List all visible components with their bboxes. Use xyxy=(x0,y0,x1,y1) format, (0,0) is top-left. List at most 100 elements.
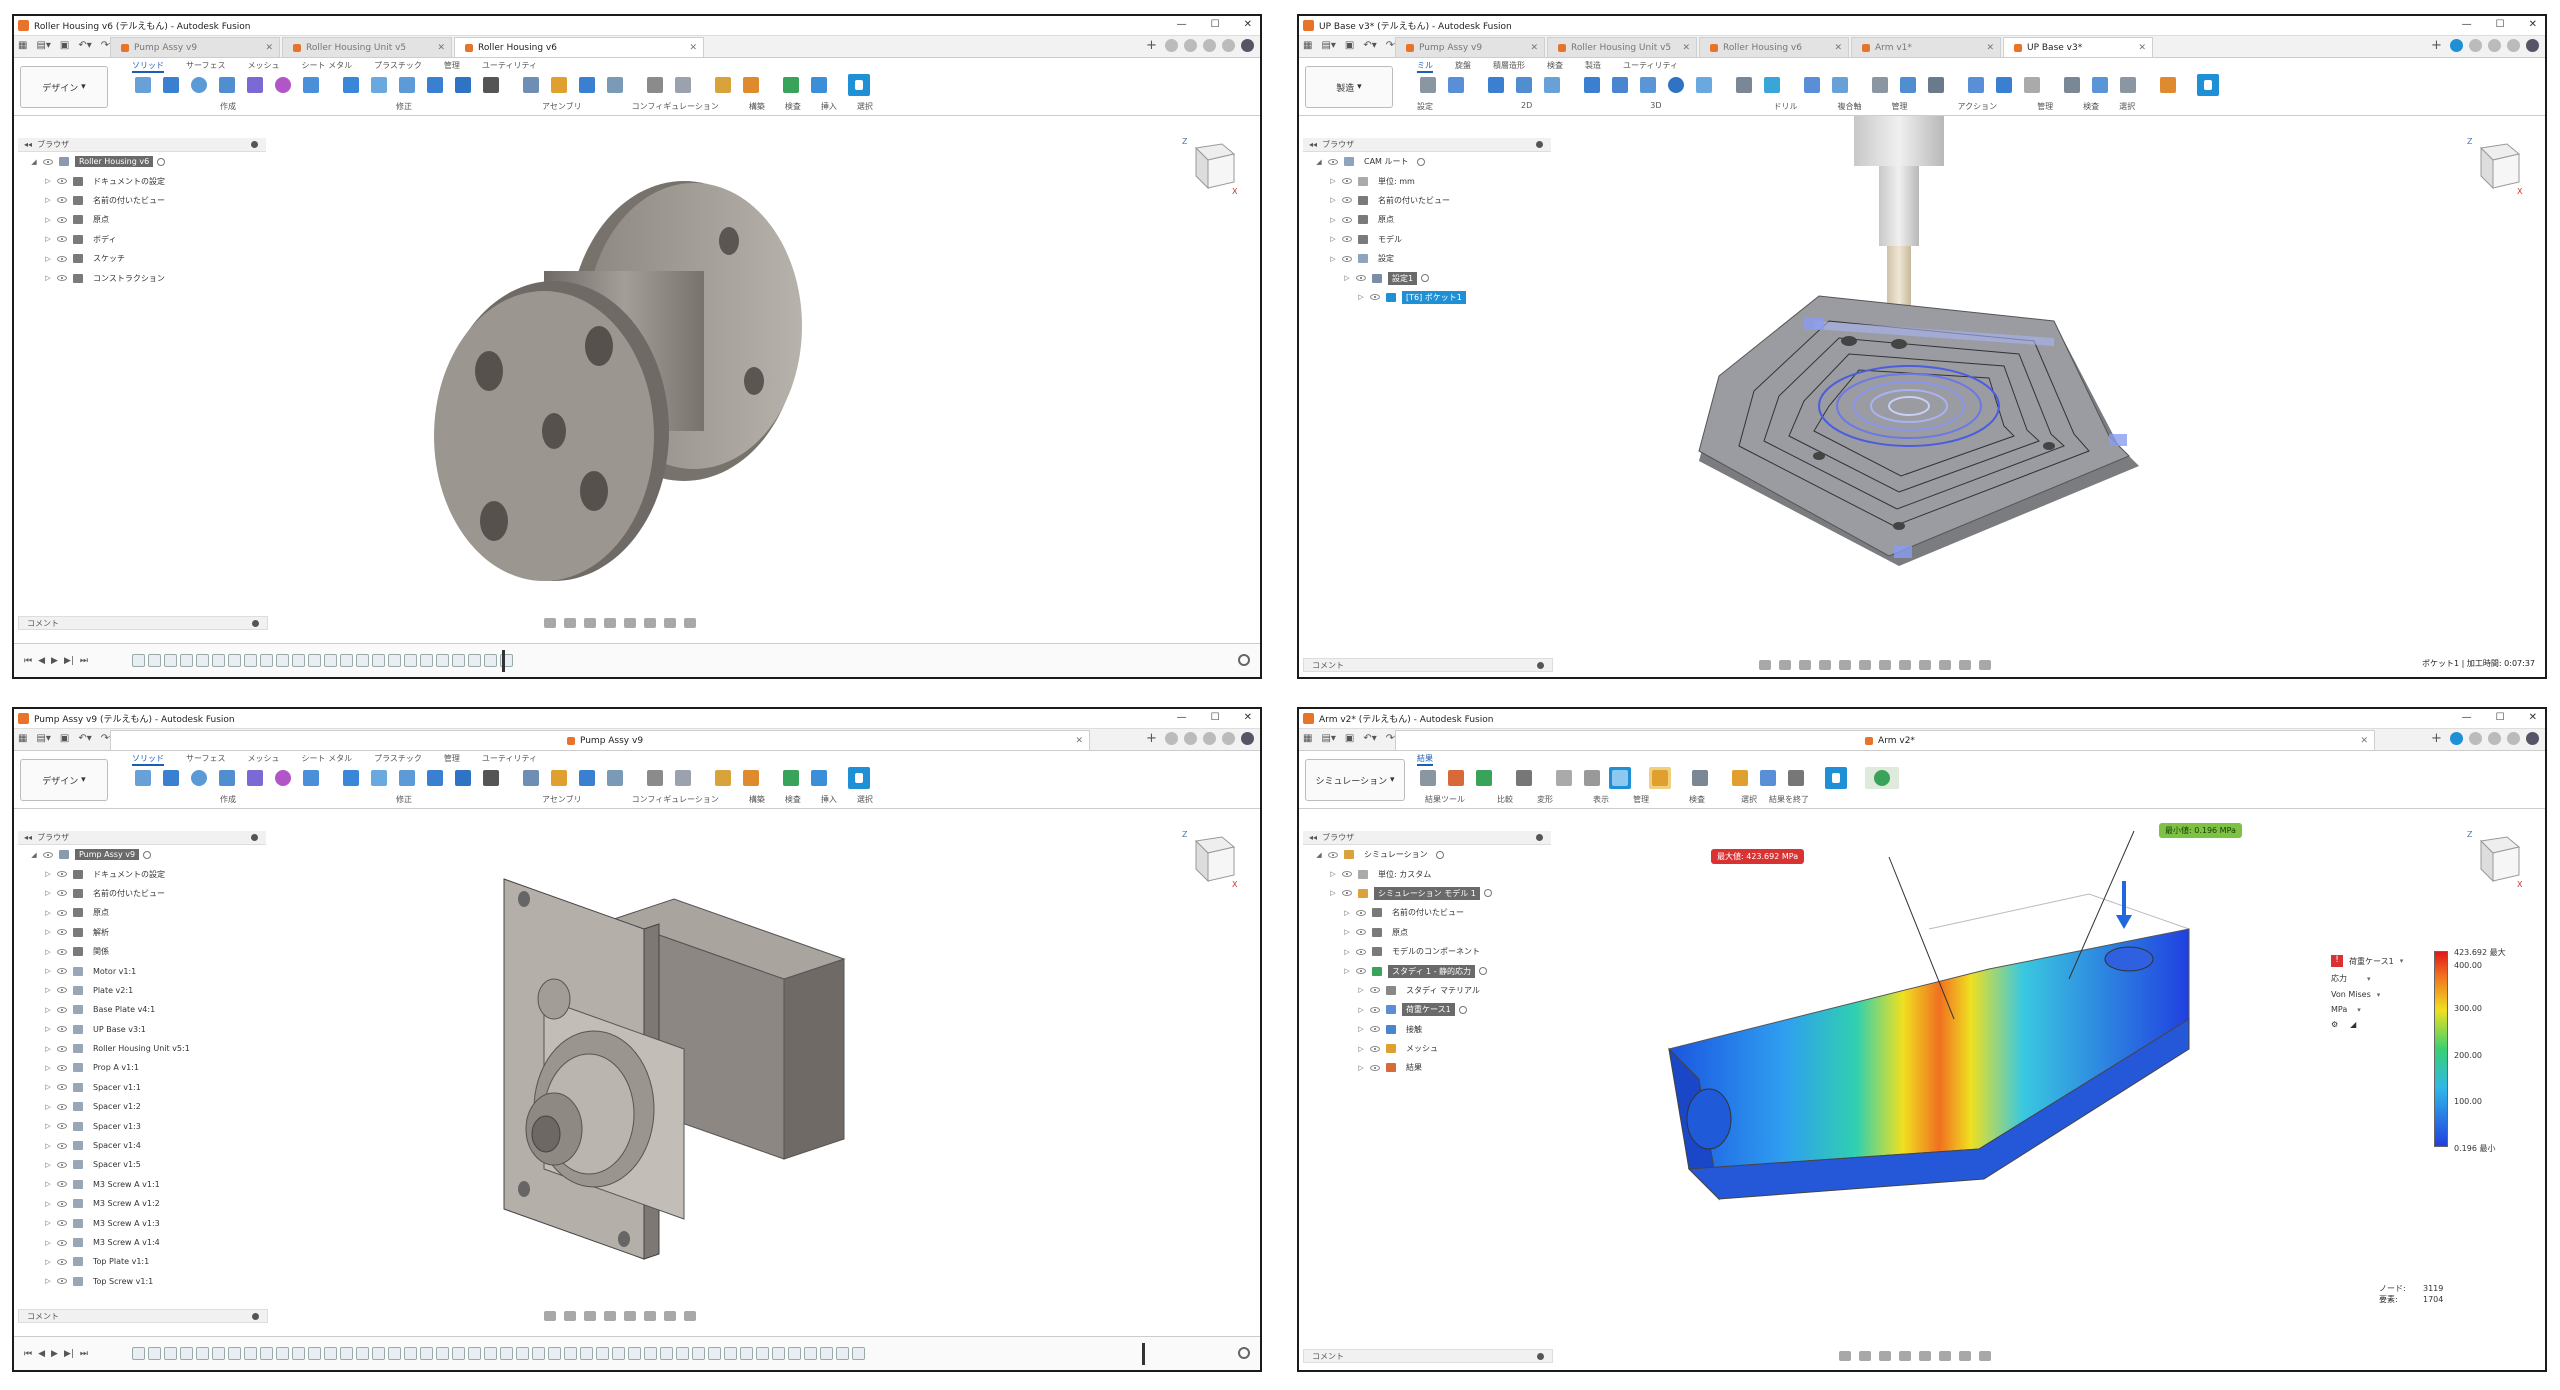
tab-close-icon[interactable]: ✕ xyxy=(1682,43,1690,53)
minimize-icon[interactable]: — xyxy=(1177,712,1187,723)
expand-triangle-icon[interactable]: ▷ xyxy=(1343,928,1351,936)
visibility-eye-icon[interactable] xyxy=(1370,294,1380,301)
tab-close-icon[interactable]: ✕ xyxy=(1834,43,1842,53)
display-settings-icon[interactable] xyxy=(1859,660,1871,670)
view-cube[interactable]: Z X xyxy=(1178,827,1240,889)
group-3d[interactable]: 3D xyxy=(1650,101,1661,112)
viewports-icon[interactable] xyxy=(684,618,696,628)
timeline-feature[interactable] xyxy=(340,654,353,667)
tab-close-icon[interactable]: ✕ xyxy=(689,43,697,53)
browser-node[interactable]: ▷ 原点 xyxy=(1303,210,1551,229)
legend-edit-icon[interactable]: ◢ xyxy=(2350,1020,2356,1029)
timeline-feature[interactable] xyxy=(548,1347,561,1360)
tab-close-icon[interactable]: ✕ xyxy=(1075,736,1083,746)
timeline-feature[interactable] xyxy=(276,654,289,667)
timeline-feature[interactable] xyxy=(164,1347,177,1360)
timeline-feature[interactable] xyxy=(516,1347,529,1360)
orbit-icon[interactable] xyxy=(544,618,556,628)
group-insert[interactable]: 挿入 xyxy=(821,101,837,112)
timeline-play-icon[interactable]: ▶ xyxy=(51,1349,58,1359)
notifications-icon[interactable] xyxy=(1203,39,1216,52)
expand-triangle-icon[interactable]: ▷ xyxy=(44,1142,52,1150)
ribbon-tab[interactable]: ユーティリティ xyxy=(1623,60,1678,73)
notifications-icon[interactable] xyxy=(2488,732,2501,745)
timeline-feature[interactable] xyxy=(356,654,369,667)
timeline-feature[interactable] xyxy=(228,654,241,667)
new-component-icon[interactable] xyxy=(520,767,542,789)
visibility-eye-icon[interactable] xyxy=(57,216,67,223)
browser-node[interactable]: ▷ 原点 xyxy=(18,210,266,229)
visibility-eye-icon[interactable] xyxy=(1342,890,1352,897)
grid-settings-icon[interactable] xyxy=(1959,1351,1971,1361)
expand-triangle-icon[interactable]: ▷ xyxy=(44,1161,52,1169)
timeline-start-icon[interactable]: ⏮ xyxy=(24,1349,32,1359)
group-modify[interactable]: 修正 xyxy=(396,794,412,805)
visibility-eye-icon[interactable] xyxy=(57,1103,67,1110)
browser-node[interactable]: ▷ 接触 xyxy=(1303,1020,1551,1039)
timeline-feature[interactable] xyxy=(452,1347,465,1360)
construct-plane-icon[interactable] xyxy=(712,74,734,96)
timeline-feature[interactable] xyxy=(564,1347,577,1360)
expand-triangle-icon[interactable]: ▷ xyxy=(1329,870,1337,878)
browser-node[interactable]: ▷ 結果 xyxy=(1303,1058,1551,1077)
timeline-feature[interactable] xyxy=(436,654,449,667)
doc-tab[interactable]: Roller Housing Unit v5 ✕ xyxy=(282,37,452,57)
timeline-feature[interactable] xyxy=(148,654,161,667)
panel-pin-icon[interactable] xyxy=(1536,834,1543,841)
group-compare[interactable]: 比較 xyxy=(1497,794,1513,805)
help-icon[interactable] xyxy=(1222,732,1235,745)
activate-radio-icon[interactable] xyxy=(1479,967,1488,976)
pump-assembly-model[interactable] xyxy=(484,859,884,1279)
timeline-feature[interactable] xyxy=(324,1347,337,1360)
timeline-forward-icon[interactable]: ▶| xyxy=(64,1349,74,1359)
grid-icon[interactable]: ▦ xyxy=(1303,733,1312,744)
ribbon-tab[interactable]: 製造 xyxy=(1585,60,1601,73)
visibility-eye-icon[interactable] xyxy=(1370,1045,1380,1052)
doc-tab[interactable]: Pump Assy v9 ✕ xyxy=(1395,37,1545,57)
timeline-feature[interactable] xyxy=(196,1347,209,1360)
results-plot-icon[interactable] xyxy=(1473,767,1495,789)
browser-node[interactable]: ▷ 設定 xyxy=(1303,249,1551,268)
timeline-feature[interactable] xyxy=(180,654,193,667)
timeline-feature[interactable] xyxy=(212,1347,225,1360)
stock-icon[interactable] xyxy=(1445,74,1467,96)
browser-header[interactable]: ◂◂ ブラウザ xyxy=(18,138,266,152)
browser-node[interactable]: ▷ 単位: mm xyxy=(1303,171,1551,190)
insert-icon[interactable] xyxy=(780,74,802,96)
visibility-eye-icon[interactable] xyxy=(57,1064,67,1071)
comments-panel[interactable]: コメント xyxy=(1303,658,1553,672)
select-icon[interactable] xyxy=(1825,767,1847,789)
browser-node[interactable]: ▷ Prop A v1:1 xyxy=(18,1058,266,1077)
group-actions[interactable]: アクション xyxy=(1958,101,1998,112)
timeline-feature[interactable] xyxy=(788,1347,801,1360)
browser-node[interactable]: ▷ Motor v1:1 xyxy=(18,961,266,980)
group-setup[interactable]: 設定 xyxy=(1417,101,1433,112)
file-menu-icon[interactable]: ▤▾ xyxy=(1321,40,1335,51)
hole-icon[interactable] xyxy=(216,767,238,789)
probe-icon[interactable] xyxy=(1417,767,1439,789)
browser-node[interactable]: ▷ モデル xyxy=(1303,230,1551,249)
timeline-feature[interactable] xyxy=(244,1347,257,1360)
visibility-eye-icon[interactable] xyxy=(57,197,67,204)
setup-sheet-icon[interactable] xyxy=(2021,74,2043,96)
ribbon-tab[interactable]: メッシュ xyxy=(248,60,280,73)
new-component-icon[interactable] xyxy=(520,74,542,96)
new-tab-icon[interactable]: + xyxy=(1146,39,1159,52)
visibility-eye-icon[interactable] xyxy=(57,929,67,936)
finish-results-button[interactable] xyxy=(1865,767,1899,789)
group-inspect[interactable]: 検査 xyxy=(2083,101,2099,112)
expand-triangle-icon[interactable]: ▷ xyxy=(44,1258,52,1266)
timeline-feature[interactable] xyxy=(388,654,401,667)
help-icon[interactable] xyxy=(2507,732,2520,745)
timeline-feature[interactable] xyxy=(212,654,225,667)
press-pull-icon[interactable] xyxy=(340,767,362,789)
timeline-feature[interactable] xyxy=(324,654,337,667)
activate-radio-icon[interactable] xyxy=(1421,274,1430,283)
maximize-icon[interactable]: ☐ xyxy=(1211,712,1220,723)
expand-triangle-icon[interactable]: ▷ xyxy=(44,1025,52,1033)
visibility-eye-icon[interactable] xyxy=(1342,871,1352,878)
browser-node[interactable]: ▷ 単位: カスタム xyxy=(1303,864,1551,883)
ribbon-tab[interactable]: ソリッド xyxy=(132,60,164,73)
expand-triangle-icon[interactable]: ▷ xyxy=(1357,986,1365,994)
move-icon[interactable] xyxy=(480,767,502,789)
